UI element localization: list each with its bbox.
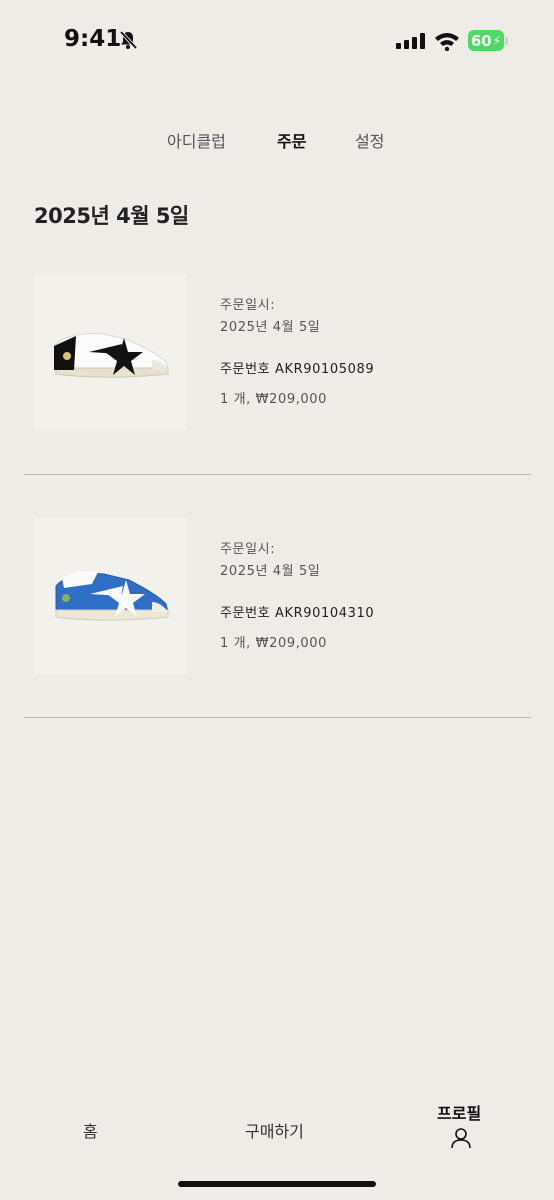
tab-adiclub[interactable]: 아디클럽 — [167, 128, 226, 152]
status-time: 9:41 — [64, 26, 122, 52]
screen: 9:41 60 ⚡ 아디클럽 주문 설정 2025년 4월 5일 주문일시: 2… — [0, 0, 554, 1200]
order-date-label: 주문일시: — [220, 542, 276, 557]
nav-home[interactable]: 홈 — [83, 1118, 98, 1142]
order-quantity-price: 1 개, ₩209,000 — [220, 392, 328, 407]
order-date-heading: 2025년 4월 5일 — [34, 204, 189, 228]
order-date: 2025년 4월 5일 — [220, 564, 321, 579]
order-divider — [24, 717, 531, 718]
order-date-label: 주문일시: — [220, 298, 276, 313]
order-date: 2025년 4월 5일 — [220, 320, 321, 335]
battery-level: 60 — [470, 31, 492, 50]
product-image — [34, 518, 186, 674]
order-item[interactable]: 주문일시: 2025년 4월 5일 주문번호 AKR90104310 1 개, … — [24, 518, 531, 740]
order-number: 주문번호 AKR90104310 — [220, 606, 375, 621]
bottom-navigation: 홈 구매하기 프로필 — [0, 1090, 554, 1170]
order-divider — [24, 474, 531, 475]
product-image — [34, 274, 186, 430]
cellular-signal-icon — [396, 33, 425, 49]
order-quantity-price: 1 개, ₩209,000 — [220, 636, 328, 651]
tab-bar: 아디클럽 주문 설정 — [0, 128, 554, 158]
nav-shop[interactable]: 구매하기 — [245, 1118, 304, 1142]
order-number: 주문번호 AKR90105089 — [220, 362, 375, 377]
nav-profile-label: 프로필 — [437, 1104, 482, 1123]
tab-settings[interactable]: 설정 — [355, 128, 384, 152]
nav-profile[interactable]: 프로필 — [437, 1100, 482, 1149]
order-item[interactable]: 주문일시: 2025년 4월 5일 주문번호 AKR90105089 1 개, … — [24, 274, 531, 496]
status-bar: 9:41 60 ⚡ — [0, 0, 554, 84]
battery-icon: 60 ⚡ — [468, 30, 504, 51]
tab-orders[interactable]: 주문 — [277, 128, 306, 152]
silent-bell-icon — [118, 30, 138, 54]
home-indicator — [178, 1181, 376, 1187]
wifi-icon — [434, 31, 460, 55]
battery-nub — [505, 37, 508, 45]
profile-icon — [449, 1126, 473, 1154]
